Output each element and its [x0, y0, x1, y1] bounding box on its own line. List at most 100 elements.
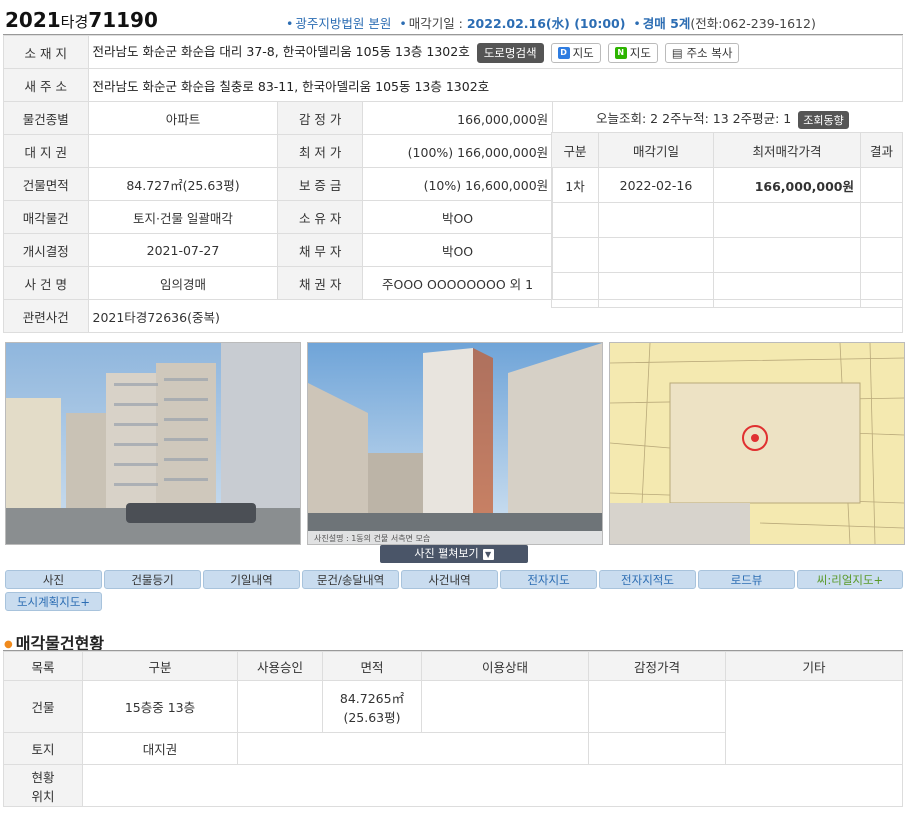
min-price-label: 최 저 가	[277, 134, 363, 168]
address-text: 전라남도 화순군 화순읍 대리 37-8, 한국아델리움 105동 13층 13…	[92, 44, 470, 60]
address-cell: 전라남도 화순군 화순읍 대리 37-8, 한국아델리움 105동 13층 13…	[87, 35, 903, 69]
building-area: 84.7265㎡ (25.63평)	[322, 680, 422, 733]
property-type-value[interactable]: 아파트	[87, 101, 279, 135]
expand-photos-button[interactable]: 사진 펼쳐보기 ▼	[380, 545, 528, 563]
status-header-list: 목록	[3, 651, 83, 681]
status-header-area: 면적	[322, 651, 422, 681]
creditor-value: 주OOO OOOOOOOO 외 1	[361, 266, 554, 300]
appraisal-value: 166,000,000원	[361, 101, 554, 135]
history-round: 1차	[551, 167, 599, 203]
case-number: 2021타경71190	[5, 8, 158, 32]
deposit-value: (10%) 16,600,000원	[361, 167, 554, 201]
copy-icon: ▤	[671, 45, 683, 60]
view-trend-button[interactable]: 조회동향	[798, 110, 849, 129]
location-label: 현황위치	[3, 764, 83, 807]
etc-cell	[725, 680, 903, 765]
history-header-price: 최저매각가격	[713, 132, 861, 168]
photo-2[interactable]: 사진설명 : 1동의 건물 서측면 모습	[307, 342, 603, 545]
land-appraisal	[588, 732, 726, 765]
property-status-table: 목록 구분 사용승인 면적 이용상태 감정가격 기타 건물 15층중 13층 8…	[3, 651, 903, 807]
copy-address-label: 주소 복사	[686, 45, 733, 60]
header-info: • 광주지방법원 본원 • 매각기일 : 2022.02.16(水) (10:00)…	[286, 13, 816, 32]
tab-documents[interactable]: 문건/송달내역	[302, 570, 399, 589]
photo-3-map[interactable]	[609, 342, 905, 545]
naver-icon: N	[614, 47, 627, 60]
start-decision-label: 개시결정	[3, 233, 89, 267]
property-type-label: 물건종별	[3, 101, 89, 135]
apartment-photo-2: 사진설명 : 1동의 건물 서측면 모습	[308, 343, 602, 544]
creditor-label: 채 권 자	[277, 266, 363, 300]
tab-building-registry[interactable]: 건물등기	[104, 570, 201, 589]
view-stats: 오늘조회: 2 2주누적: 13 2주평균: 1 조회동향	[596, 108, 849, 129]
history-date: 2022-02-16	[598, 167, 714, 203]
copy-address-button[interactable]: ▤ 주소 복사	[664, 42, 740, 63]
related-case-label: 관련사건	[3, 299, 89, 333]
building-area-pyeong: (25.63평)	[343, 709, 401, 725]
view-two-week: 2주누적: 13	[662, 111, 729, 126]
status-row-building: 건물 15층중 13층 84.7265㎡ (25.63평)	[3, 680, 903, 765]
case-name-label: 사 건 명	[3, 266, 89, 300]
status-header-approval: 사용승인	[237, 651, 323, 681]
location-label-2: 위치	[31, 788, 55, 804]
land-type: 대지권	[82, 732, 238, 765]
tab-cadastral-map[interactable]: 전자지적도	[599, 570, 696, 589]
sale-history-table: 구분 매각기일 최저매각가격 결과 1차 2022-02-16 166,000,…	[551, 132, 903, 308]
appraisal-label: 감 정 가	[277, 101, 363, 135]
history-result	[860, 167, 903, 203]
tab-roadview[interactable]: 로드뷰	[698, 570, 795, 589]
address-label: 소 재 지	[3, 35, 89, 69]
building-label: 건물	[3, 680, 83, 733]
case-year: 2021	[5, 8, 61, 32]
building-floor: 15층중 13층	[82, 680, 238, 733]
building-area-sqm: 84.7265㎡	[339, 690, 405, 706]
status-header-usage: 이용상태	[421, 651, 589, 681]
case-name-value: 임의경매	[87, 266, 279, 300]
debtor-value: 박OO	[361, 233, 554, 267]
tab-case-history[interactable]: 사건내역	[401, 570, 498, 589]
tab-schedule[interactable]: 기일내역	[203, 570, 300, 589]
land-rights-label: 대 지 권	[3, 134, 89, 168]
road-search-button[interactable]: 도로명검색	[476, 42, 544, 63]
new-address-label: 새 주 소	[3, 68, 89, 102]
dept-phone: (전화:062-239-1612)	[690, 16, 816, 31]
owner-value: 박OO	[361, 200, 554, 234]
bullet-icon: •	[633, 16, 641, 31]
deposit-label: 보 증 금	[277, 167, 363, 201]
history-header-date: 매각기일	[598, 132, 714, 168]
location-value	[82, 764, 903, 807]
land-label: 토지	[3, 732, 83, 765]
photo-caption: 사진설명 : 1동의 건물 서측면 모습	[314, 533, 430, 543]
map1-label: 지도	[572, 45, 594, 60]
status-header-appraisal: 감정가격	[588, 651, 726, 681]
owner-label: 소 유 자	[277, 200, 363, 234]
building-area-label: 건물면적	[3, 167, 89, 201]
dept-name: 경매 5계	[642, 16, 691, 31]
location-label-1: 현황	[31, 769, 55, 785]
court-name[interactable]: 광주지방법원 본원	[295, 16, 391, 31]
debtor-label: 채 무 자	[277, 233, 363, 267]
land-rights-value	[87, 134, 279, 168]
sale-date: 2022.02.16(水) (10:00)	[466, 16, 626, 31]
history-header-round: 구분	[551, 132, 599, 168]
tab-real-map[interactable]: 씨:리얼지도+	[797, 570, 903, 589]
building-usage	[421, 680, 589, 733]
sale-item-value: 토지·건물 일괄매각	[87, 200, 279, 234]
tab-urban-plan-map[interactable]: 도시계획지도+	[5, 592, 102, 611]
photo-1[interactable]	[5, 342, 301, 545]
view-today: 오늘조회: 2	[596, 111, 659, 126]
expand-photos-label: 사진 펼쳐보기	[414, 547, 479, 560]
history-header-result: 결과	[860, 132, 903, 168]
daum-map-button[interactable]: D 지도	[550, 42, 601, 63]
daum-icon: D	[557, 47, 570, 60]
chevron-down-icon: ▼	[482, 549, 494, 560]
min-price-value: (100%) 166,000,000원	[361, 134, 554, 168]
start-decision-value: 2021-07-27	[87, 233, 279, 267]
case-type: 타경	[60, 13, 89, 31]
tab-e-map[interactable]: 전자지도	[500, 570, 597, 589]
naver-map-button[interactable]: N 지도	[607, 42, 658, 63]
history-row: 1차 2022-02-16 166,000,000원	[551, 167, 903, 203]
new-address-text: 전라남도 화순군 화순읍 칠충로 83-11, 한국아델리움 105동 13층 …	[87, 68, 903, 102]
tab-photo[interactable]: 사진	[5, 570, 102, 589]
status-header-type: 구분	[82, 651, 238, 681]
bullet-icon: •	[286, 16, 294, 31]
